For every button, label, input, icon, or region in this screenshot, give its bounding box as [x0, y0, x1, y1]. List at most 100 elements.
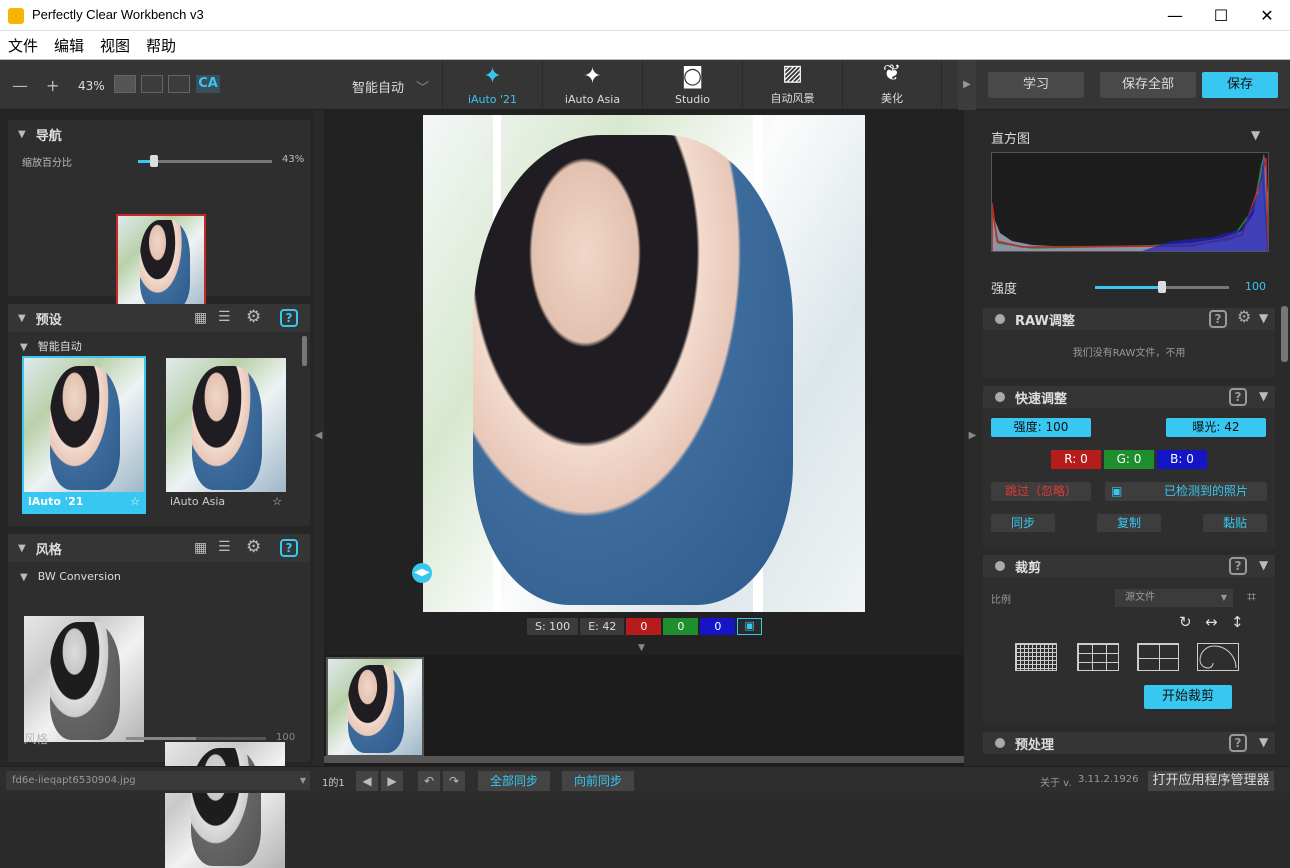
menu-help[interactable]: 帮助 — [146, 35, 176, 56]
style-thumbnail[interactable] — [24, 616, 144, 742]
split-view-button[interactable] — [141, 75, 163, 93]
chevron-down-icon[interactable]: ▼ — [1259, 558, 1268, 572]
split-handle-icon[interactable]: ◀▶ — [412, 563, 432, 583]
rotate-icon[interactable]: ↻ — [1179, 613, 1192, 631]
grid-thirds-overlay-icon[interactable] — [1077, 643, 1119, 671]
learn-button[interactable]: 学习 — [988, 72, 1084, 98]
sync-forward-button[interactable]: 向前同步 — [562, 771, 634, 791]
zoom-out-button[interactable]: — — [12, 76, 28, 95]
grid-view-icon[interactable]: ▦ — [194, 310, 207, 326]
zoom-percent-slider[interactable] — [138, 155, 272, 167]
gear-icon[interactable]: ⚙ — [246, 537, 261, 557]
mode-tab-iauto21[interactable]: ✦ iAuto '21 — [442, 60, 542, 110]
list-view-icon[interactable]: ☰ — [218, 539, 231, 555]
mode-scroll-right-button[interactable]: ▶ — [958, 60, 976, 110]
help-icon[interactable]: ? — [1229, 557, 1247, 575]
save-button[interactable]: 保存 — [1202, 72, 1278, 98]
crop-ratio-dropdown[interactable]: 源文件 ▼ — [1115, 589, 1233, 607]
grid-quarters-overlay-icon[interactable] — [1137, 643, 1179, 671]
about-label[interactable]: 关于 v. — [1040, 774, 1072, 789]
star-icon[interactable]: ☆ — [272, 495, 282, 508]
quick-exposure-button[interactable]: 曝光: 42 — [1166, 418, 1266, 437]
crop-tool-icon[interactable]: ⌗ — [1247, 587, 1256, 607]
chevron-down-icon[interactable]: ▼ — [1259, 735, 1268, 749]
quick-strength-button[interactable]: 强度: 100 — [991, 418, 1091, 437]
green-channel-button[interactable]: G: 0 — [1104, 450, 1154, 469]
prev-image-button[interactable]: ◀ — [356, 771, 378, 791]
mode-tab-iauto-asia[interactable]: ✦ iAuto Asia — [542, 60, 642, 110]
next-image-button[interactable]: ▶ — [381, 771, 403, 791]
undo-icon[interactable]: ↶ — [418, 771, 440, 791]
filmstrip-scrollbar[interactable] — [324, 756, 964, 763]
chevron-down-icon[interactable]: ▼ — [1259, 389, 1268, 403]
sync-button[interactable]: 同步 — [991, 514, 1055, 532]
star-icon[interactable]: ☆ — [130, 495, 140, 508]
side-by-side-view-button[interactable] — [168, 75, 190, 93]
toggle-dot-icon[interactable] — [995, 561, 1005, 571]
help-icon[interactable]: ? — [1209, 310, 1227, 328]
skip-button[interactable]: 跳过（忽略） — [991, 482, 1091, 501]
toggle-dot-icon[interactable] — [995, 314, 1005, 324]
left-panel-collapse-button[interactable]: ◀ — [313, 110, 324, 766]
save-all-button[interactable]: 保存全部 — [1100, 72, 1196, 98]
copy-button[interactable]: 复制 — [1097, 514, 1161, 532]
mode-tab-studio[interactable]: ◙ Studio — [642, 60, 742, 110]
toggle-dot-icon[interactable] — [995, 392, 1005, 402]
help-icon[interactable]: ? — [1229, 734, 1247, 752]
sync-all-button[interactable]: 全部同步 — [478, 771, 550, 791]
chevron-down-icon[interactable]: ▼ — [1251, 128, 1260, 142]
menu-view[interactable]: 视图 — [100, 35, 130, 56]
main-image[interactable] — [423, 115, 865, 612]
preset-dropdown[interactable]: 智能自动 ﹀ — [352, 77, 429, 96]
slider-knob[interactable] — [1158, 281, 1166, 293]
flip-vertical-icon[interactable]: ↕ — [1231, 613, 1244, 631]
strength-slider[interactable] — [1095, 281, 1229, 293]
blue-channel-button[interactable]: B: 0 — [1157, 450, 1207, 469]
slider-knob[interactable] — [150, 155, 158, 167]
help-icon[interactable]: ? — [280, 539, 298, 557]
minimize-button[interactable]: — — [1152, 0, 1198, 31]
redo-icon[interactable]: ↷ — [443, 771, 465, 791]
open-app-manager-button[interactable]: 打开应用程序管理器 — [1148, 771, 1274, 791]
presets-header[interactable]: ▼ 预设 — [8, 304, 310, 332]
style-thumbnail[interactable] — [165, 742, 285, 868]
navigator-thumbnail[interactable] — [116, 214, 206, 314]
presets-scrollbar[interactable] — [302, 336, 307, 366]
ca-button[interactable]: CA — [196, 75, 220, 93]
grid-view-icon[interactable]: ▦ — [194, 540, 207, 556]
start-crop-button[interactable]: 开始裁剪 — [1144, 685, 1232, 709]
style-strength-slider[interactable] — [126, 737, 266, 740]
paste-button[interactable]: 黏贴 — [1203, 514, 1267, 532]
help-icon[interactable]: ? — [280, 309, 298, 327]
gear-icon[interactable]: ⚙ — [1237, 307, 1251, 326]
mode-tab-landscape[interactable]: ▨ 自动风景 — [742, 60, 842, 110]
toggle-dot-icon[interactable] — [995, 738, 1005, 748]
list-view-icon[interactable]: ☰ — [218, 309, 231, 325]
preset-group-header[interactable]: ▼ 智能自动 — [20, 338, 82, 354]
styles-header[interactable]: ▼ 风格 — [8, 534, 310, 562]
filmstrip-thumbnail[interactable] — [326, 657, 424, 757]
flip-horizontal-icon[interactable]: ↔ — [1205, 613, 1218, 631]
grid-fine-overlay-icon[interactable] — [1015, 643, 1057, 671]
menu-file[interactable]: 文件 — [8, 35, 38, 56]
preset-card-iauto21[interactable]: iAuto '21 ☆ — [22, 356, 146, 514]
style-group-header[interactable]: ▼ BW Conversion — [20, 570, 121, 583]
right-panel-collapse-button[interactable]: ▶ — [964, 110, 981, 766]
chevron-down-icon[interactable]: ▼ — [1259, 311, 1268, 325]
filename-dropdown[interactable]: fd6e-iieqapt6530904.jpg ▼ — [6, 771, 310, 790]
red-channel-button[interactable]: R: 0 — [1051, 450, 1101, 469]
close-button[interactable]: ✕ — [1244, 0, 1290, 31]
navigator-header[interactable]: ▼ 导航 — [8, 120, 310, 148]
right-panel-scrollbar[interactable] — [1281, 306, 1288, 362]
raw-adjust-header[interactable]: RAW调整 — [983, 308, 1275, 330]
preset-card-iauto-asia[interactable]: iAuto Asia ☆ — [164, 356, 288, 514]
maximize-button[interactable]: ☐ — [1198, 0, 1244, 31]
gear-icon[interactable]: ⚙ — [246, 307, 261, 327]
filmstrip-toggle-icon[interactable]: ▼ — [638, 643, 645, 653]
golden-spiral-overlay-icon[interactable] — [1197, 643, 1239, 671]
mode-tab-beautify[interactable]: ❦ 美化 — [842, 60, 942, 110]
help-icon[interactable]: ? — [1229, 388, 1247, 406]
menu-edit[interactable]: 编辑 — [54, 35, 84, 56]
detected-photo-button[interactable]: ▣ 已检测到的照片 — [1105, 482, 1267, 501]
zoom-in-button[interactable]: + — [46, 76, 59, 95]
